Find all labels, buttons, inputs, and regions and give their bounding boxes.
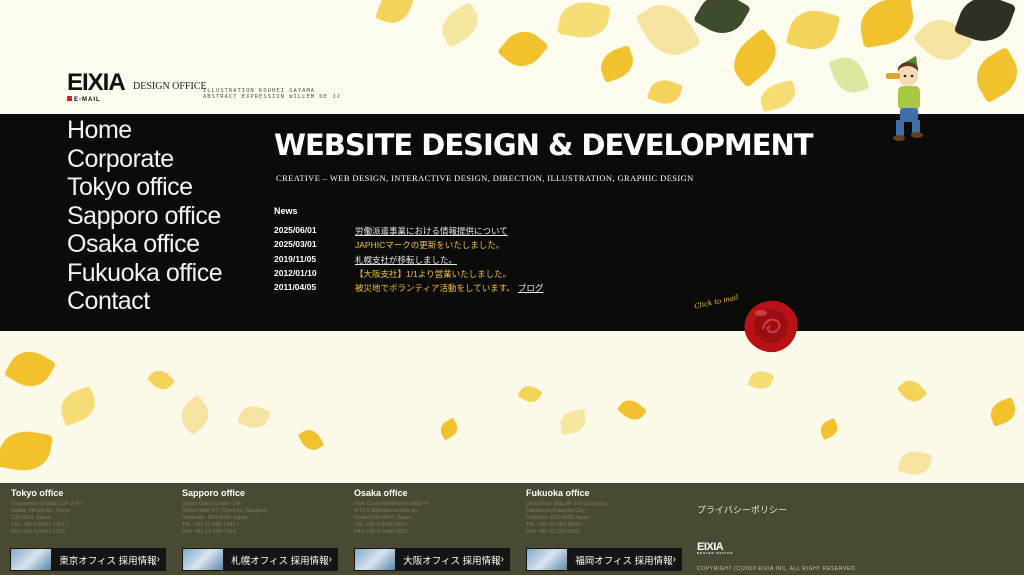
- news-title-link[interactable]: 労働派遣事業における情報提供について: [355, 225, 508, 239]
- office-address: Toranomon Odaiba 15F 2-3-1 Daiba, Minato…: [11, 501, 84, 535]
- footer-logo: EIXIA DESIGN OFFICE: [697, 541, 734, 555]
- chevron-right-icon: ›: [156, 554, 160, 565]
- site-logo[interactable]: EIXIA DESIGN OFFICE E-MAIL: [67, 69, 207, 103]
- news-heading: News: [274, 206, 298, 216]
- credits-tagline: ILLUSTRATION KOUHEI SAYAMA ABSTRACT EXPR…: [203, 88, 341, 100]
- office-name: Sapporo office: [182, 488, 246, 498]
- news-item: 2025/06/01 労働派遣事業における情報提供について: [274, 225, 543, 239]
- office-photo: [11, 549, 52, 570]
- nav-fukuoka-office[interactable]: Fukuoka office: [67, 259, 223, 288]
- news-item: 2025/03/01 JAPHICマークの更新をいたしました。: [274, 239, 543, 253]
- office-name: Fukuoka office: [526, 488, 590, 498]
- chevron-right-icon: ›: [328, 554, 332, 565]
- news-date: 2025/03/01: [274, 239, 317, 250]
- email-link[interactable]: E-MAIL: [67, 96, 101, 103]
- copyright-text: COPYRIGHT (C)2010 EIXIA INC. ALL RIGHT R…: [697, 566, 858, 572]
- news-title: JAPHICマークの更新をいたしました。: [355, 240, 505, 251]
- chevron-right-icon: ›: [672, 554, 676, 565]
- hero-subtitle: CREATIVE – WEB DESIGN, INTERACTIVE DESIG…: [276, 173, 694, 183]
- mascot-illustration: [886, 56, 923, 141]
- blog-link[interactable]: ブログ: [518, 282, 544, 296]
- hero-title: WEBSITE DESIGN & DEVELOPMENT: [274, 128, 814, 162]
- office-name: Osaka office: [354, 488, 408, 498]
- news-title-link[interactable]: 札幌支社が移転しました。: [355, 254, 457, 268]
- nav-tokyo-office[interactable]: Tokyo office: [67, 173, 222, 202]
- chevron-right-icon: ›: [500, 554, 504, 565]
- news-date: 2011/04/05: [274, 282, 317, 293]
- mail-icon: [67, 96, 72, 101]
- nav-home[interactable]: Home: [67, 116, 222, 145]
- news-date: 2012/01/10: [274, 267, 317, 278]
- office-osaka: Osaka office Park Court Nishitenma bldg …: [354, 488, 519, 536]
- recruit-tokyo-button[interactable]: 東京オフィス 採用情報 ›: [10, 548, 166, 571]
- recruit-fukuoka-button[interactable]: 福岡オフィス 採用情報 ›: [526, 548, 682, 571]
- nav-sapporo-office[interactable]: Sapporo office: [67, 202, 222, 231]
- news-item: 2011/04/05 被災地でボランティア活動をしています。 ブログ: [274, 282, 543, 296]
- wax-seal-mail-icon[interactable]: [743, 299, 799, 353]
- recruit-osaka-button[interactable]: 大阪オフィス 採用情報 ›: [354, 548, 510, 571]
- news-title: 被災地でボランティア活動をしています。: [355, 283, 515, 294]
- header-leaf-background: [0, 0, 1024, 114]
- office-photo: [527, 549, 568, 570]
- office-sapporo: Sapporo office Sanyo Odori Center 10F Od…: [182, 488, 347, 536]
- news-date: 2025/06/01: [274, 225, 317, 235]
- news-date: 2019/11/05: [274, 253, 317, 264]
- nav-contact[interactable]: Contact: [67, 287, 222, 316]
- main-nav: Home Corporate Tokyo office Sapporo offi…: [67, 116, 223, 316]
- office-fukuoka: Fukuoka office Liens Gion bldg 8F 2-8 Gi…: [526, 488, 691, 536]
- news-title: 【大阪支社】1/1より営業いたしました。: [355, 268, 512, 279]
- news-list: 2025/06/01 労働派遣事業における情報提供について 2025/03/01…: [274, 225, 543, 296]
- office-tokyo: Tokyo office Toranomon Odaiba 15F 2-3-1 …: [11, 488, 176, 536]
- news-item: 2012/01/10 【大阪支社】1/1より営業いたしました。: [274, 268, 543, 282]
- office-address: Park Court Nishitenma bldg 5F 4-10-5 Nis…: [354, 501, 430, 535]
- nav-osaka-office[interactable]: Osaka office: [67, 230, 222, 259]
- middle-leaf-background: [0, 331, 1024, 483]
- office-name: Tokyo office: [11, 488, 64, 498]
- news-item: 2019/11/05 札幌支社が移転しました。: [274, 254, 543, 268]
- privacy-policy-link[interactable]: プライバシーポリシー: [697, 503, 787, 516]
- office-photo: [183, 549, 224, 570]
- nav-corporate[interactable]: Corporate: [67, 145, 222, 174]
- logo-subtitle: DESIGN OFFICE: [133, 81, 207, 92]
- office-address: Liens Gion bldg 8F 2-8 Gionchou, Hakata-…: [526, 501, 609, 535]
- recruit-sapporo-button[interactable]: 札幌オフィス 採用情報 ›: [182, 548, 338, 571]
- office-address: Sanyo Odori Center 10F Odori-Nishi 3-7, …: [182, 501, 267, 535]
- office-photo: [355, 549, 396, 570]
- logo-wordmark: EIXIA: [67, 69, 126, 96]
